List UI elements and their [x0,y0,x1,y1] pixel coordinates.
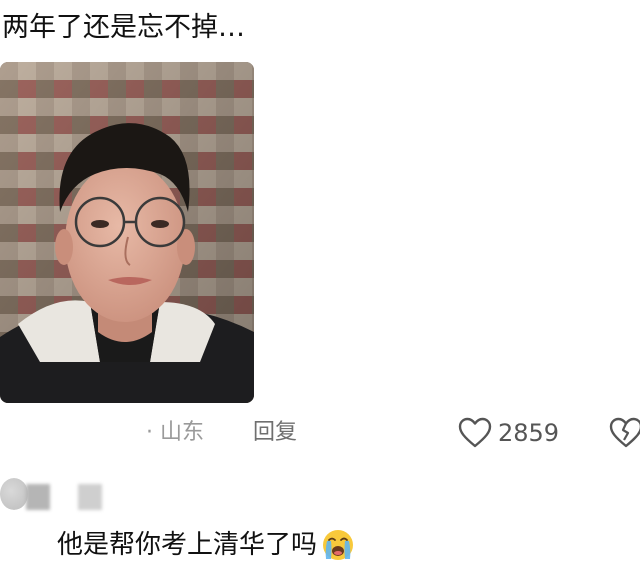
post-photo[interactable] [0,62,254,403]
selfie-image [0,62,254,403]
heart-outline-icon [458,417,492,448]
reply-button[interactable]: 回复 [253,418,297,448]
reply-username-redacted [26,484,50,510]
reply-text: 他是帮你考上清华了吗 [57,530,318,560]
reply-comment: 他是帮你考上清华了吗 [57,528,355,562]
like-count: 2859 [498,419,560,447]
broken-heart-icon [609,417,640,448]
dislike-button[interactable] [609,416,640,450]
reply-username-redacted-2 [78,484,102,510]
location-label: · 山东 [146,420,204,445]
reply-avatar[interactable] [0,478,28,510]
comment-meta-row: · 山东 回复 2859 [0,414,640,454]
like-button[interactable]: 2859 [458,414,559,452]
loudly-crying-face-icon [323,530,354,560]
post-text: 两年了还是忘不掉… [2,12,245,43]
comment-page: 两年了还是忘不掉… · 山东 回复 2859 他是帮你考上清华了吗 [0,0,640,563]
